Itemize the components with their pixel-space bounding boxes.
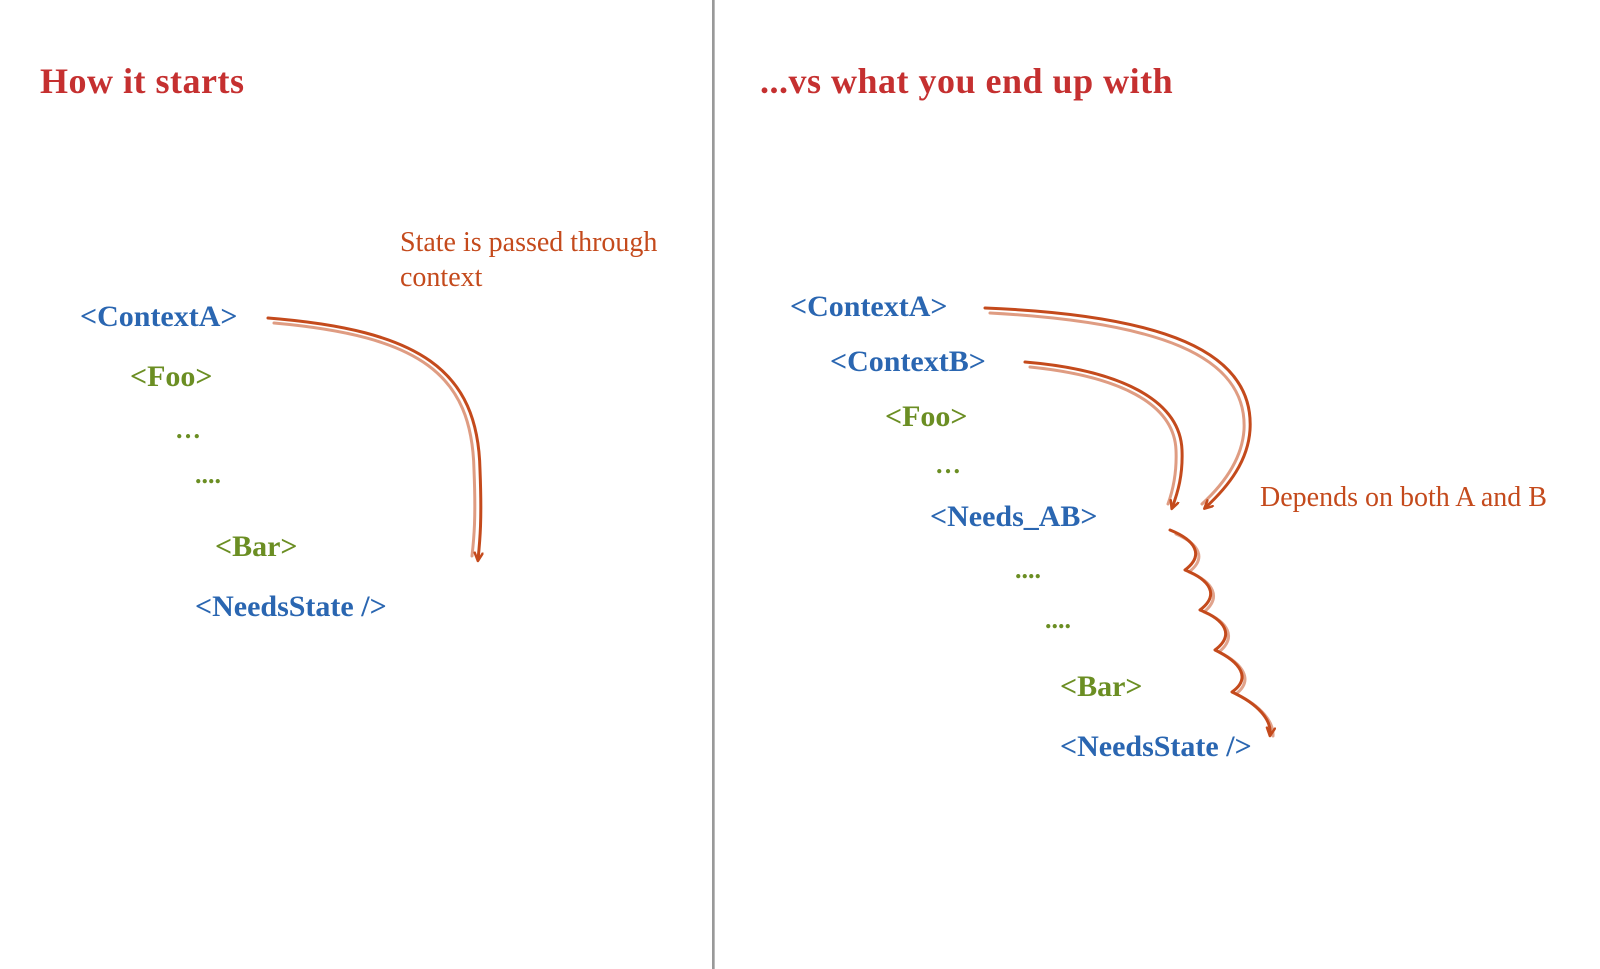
right-needs-state: <NeedsState /> bbox=[1060, 730, 1252, 764]
left-dots-2: .... bbox=[195, 460, 221, 490]
vertical-divider bbox=[712, 0, 715, 969]
left-contextA: <ContextA> bbox=[80, 300, 238, 334]
right-needs-ab: <Needs_AB> bbox=[930, 500, 1098, 534]
left-heading: How it starts bbox=[40, 60, 244, 102]
left-annotation: State is passed through context bbox=[400, 225, 720, 295]
right-heading: ...vs what you end up with bbox=[760, 60, 1173, 102]
right-foo: <Foo> bbox=[885, 400, 968, 434]
right-bar: <Bar> bbox=[1060, 670, 1143, 704]
left-arrow-icon bbox=[268, 318, 481, 560]
diagram-canvas: How it starts State is passed through co… bbox=[0, 0, 1600, 969]
left-dots-1: … bbox=[175, 415, 201, 445]
right-arrow-contextB-icon bbox=[1025, 362, 1182, 508]
right-dots-1: … bbox=[935, 450, 961, 480]
right-arrow-contextA-icon bbox=[985, 308, 1250, 508]
right-dots-2: .... bbox=[1015, 555, 1041, 585]
right-zigzag-arrow-icon bbox=[1170, 530, 1273, 736]
right-dots-3: .... bbox=[1045, 605, 1071, 635]
right-contextA: <ContextA> bbox=[790, 290, 948, 324]
right-contextB: <ContextB> bbox=[830, 345, 986, 379]
left-bar: <Bar> bbox=[215, 530, 298, 564]
right-annotation: Depends on both A and B bbox=[1260, 480, 1560, 515]
left-foo: <Foo> bbox=[130, 360, 213, 394]
left-needs-state: <NeedsState /> bbox=[195, 590, 387, 624]
